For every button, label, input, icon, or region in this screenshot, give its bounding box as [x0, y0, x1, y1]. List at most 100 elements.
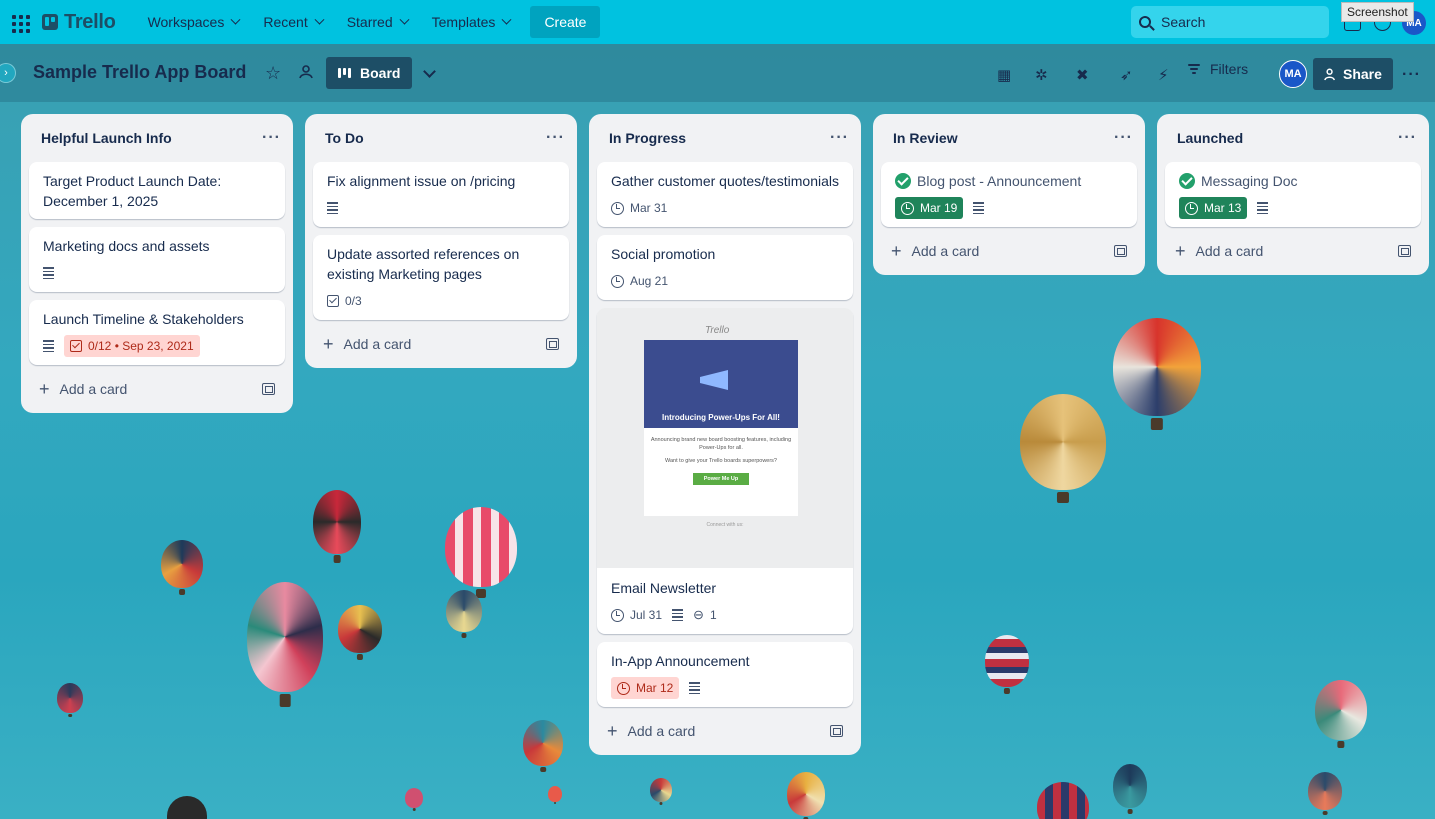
clock-icon [1185, 201, 1198, 215]
expand-sidebar-button[interactable]: › [0, 63, 16, 83]
list-title[interactable]: In Progress [609, 130, 686, 146]
checklist-icon [327, 295, 339, 307]
balloon-image [548, 786, 562, 802]
card[interactable]: Marketing docs and assets [29, 227, 285, 292]
checklist-due-badge: 0/12 • Sep 23, 2021 [64, 335, 200, 357]
list-actions-icon[interactable]: ··· [546, 129, 565, 147]
chevron-down-icon[interactable] [423, 65, 436, 78]
filter-icon [1188, 64, 1200, 74]
complete-date-badge: Mar 19 [895, 197, 964, 219]
card-title: Launch Timeline & Stakeholders [43, 311, 244, 327]
card[interactable]: Messaging Doc Mar 13 [1165, 162, 1421, 227]
add-card-button[interactable]: + Add a card [597, 715, 853, 747]
card-title: Social promotion [611, 246, 716, 262]
list-actions-icon[interactable]: ··· [1114, 129, 1133, 147]
create-from-template-icon[interactable] [1398, 245, 1411, 257]
confluence-icon[interactable]: ✖ [1076, 66, 1089, 84]
list-title[interactable]: Launched [1177, 130, 1243, 146]
balloon-image [1308, 772, 1342, 810]
card[interactable]: Blog post - Announcement Mar 19 [881, 162, 1137, 227]
create-from-template-icon[interactable] [546, 338, 559, 350]
badge-text: Jul 31 [630, 608, 663, 622]
share-button[interactable]: Share [1313, 58, 1393, 90]
list-actions-icon[interactable]: ··· [830, 129, 849, 147]
search-placeholder: Search [1161, 14, 1206, 30]
trello-logo[interactable]: Trello [42, 11, 116, 34]
calendar-icon[interactable]: ▦ [997, 66, 1011, 84]
balloon-image [1037, 782, 1089, 819]
card[interactable]: Launch Timeline & Stakeholders 0/12 • Se… [29, 300, 285, 365]
add-card-label: Add a card [627, 723, 696, 739]
create-from-template-icon[interactable] [262, 383, 275, 395]
plus-icon: + [39, 379, 50, 399]
list-actions-icon[interactable]: ··· [1398, 129, 1417, 147]
add-card-button[interactable]: + Add a card [881, 235, 1137, 267]
more-icon[interactable]: ··· [1402, 66, 1421, 84]
menu-label: Workspaces [147, 14, 225, 30]
card-title: Fix alignment issue on /pricing [327, 173, 516, 189]
balloon-image [313, 490, 361, 554]
badge-text: 1 [709, 608, 717, 622]
visibility-icon[interactable] [298, 64, 314, 80]
newsletter-footer: Connect with us: [706, 522, 744, 528]
chevron-down-icon [230, 14, 241, 25]
due-date-badge: Aug 21 [611, 270, 668, 292]
list-title[interactable]: To Do [325, 130, 364, 146]
templates-menu[interactable]: Templates [420, 6, 523, 38]
newsletter-body: Want to give your Trello boards superpow… [665, 458, 777, 464]
add-card-button[interactable]: + Add a card [1165, 235, 1421, 267]
star-icon[interactable]: ☆ [265, 63, 281, 84]
balloon-image [247, 582, 323, 692]
power-ups-icon[interactable]: ➶ [1120, 66, 1133, 84]
add-card-button[interactable]: + Add a card [313, 328, 569, 360]
card[interactable]: Social promotion Aug 21 [597, 235, 853, 300]
balloon-image [161, 540, 203, 588]
complete-check-icon[interactable] [1179, 173, 1195, 189]
card[interactable]: Target Product Launch Date: December 1, … [29, 162, 285, 219]
filters-button[interactable]: Filters [1188, 61, 1248, 77]
create-button[interactable]: Create [530, 6, 601, 38]
add-card-button[interactable]: + Add a card [29, 373, 285, 405]
automation-icon[interactable]: ⚡ [1158, 66, 1169, 84]
card-title: Messaging Doc [1201, 173, 1298, 189]
card-cover-image: Trello Introducing Power-Ups For All! An… [597, 308, 853, 568]
create-from-template-icon[interactable] [1114, 245, 1127, 257]
clock-icon [617, 681, 630, 695]
badge-text: Mar 19 [920, 201, 958, 215]
plus-icon: + [1175, 241, 1186, 261]
badge-text: 0/12 • Sep 23, 2021 [88, 339, 194, 353]
board-view-button[interactable]: Board [326, 57, 413, 89]
list-title[interactable]: Helpful Launch Info [41, 130, 172, 146]
newsletter-logo: Trello [705, 325, 730, 336]
card[interactable]: Trello Introducing Power-Ups For All! An… [597, 308, 853, 634]
list-launched: Launched ··· Messaging Doc Mar 13 + Add a… [1157, 114, 1429, 275]
clock-icon [611, 201, 624, 215]
slack-icon[interactable]: ✲ [1035, 66, 1048, 84]
search-input[interactable]: Search [1131, 6, 1329, 38]
card[interactable]: Fix alignment issue on /pricing [313, 162, 569, 227]
list-title[interactable]: In Review [893, 130, 958, 146]
add-card-label: Add a card [1195, 243, 1264, 259]
app-switcher-icon[interactable] [8, 11, 30, 33]
member-avatar[interactable]: MA [1279, 60, 1307, 88]
card-title: Marketing docs and assets [43, 238, 210, 254]
logo-text: Trello [64, 10, 116, 33]
badge-text: Aug 21 [630, 274, 669, 288]
recent-menu[interactable]: Recent [251, 6, 334, 38]
starred-menu[interactable]: Starred [335, 6, 420, 38]
card[interactable]: In-App Announcement Mar 12 [597, 642, 853, 707]
menu-label: Starred [346, 14, 393, 30]
plus-icon: + [891, 241, 902, 261]
list-actions-icon[interactable]: ··· [262, 129, 281, 147]
card[interactable]: Update assorted references on existing M… [313, 235, 569, 320]
description-icon [672, 609, 684, 621]
create-from-template-icon[interactable] [830, 725, 843, 737]
complete-check-icon[interactable] [895, 173, 911, 189]
newsletter-body: Announcing brand new board boosting feat… [650, 437, 792, 451]
board-title[interactable]: Sample Trello App Board [33, 62, 246, 83]
workspaces-menu[interactable]: Workspaces [136, 6, 252, 38]
balloon-image [1315, 680, 1367, 740]
card[interactable]: Gather customer quotes/testimonials Mar … [597, 162, 853, 227]
description-icon [973, 202, 985, 214]
clock-icon [611, 274, 624, 288]
